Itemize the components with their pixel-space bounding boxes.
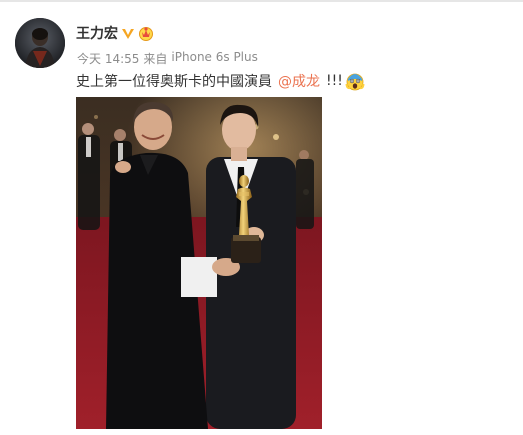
shocked-face-emoji-icon (345, 71, 365, 91)
post-meta: 今天 14:55 来自 iPhone 6s Plus (77, 50, 258, 67)
exclaim-text: !!! (326, 73, 343, 89)
post-photo[interactable] (76, 97, 322, 429)
source-device[interactable]: iPhone 6s Plus (171, 50, 257, 67)
avatar[interactable] (15, 18, 65, 68)
top-divider (0, 0, 523, 2)
author-block: 王力宏 (76, 23, 154, 43)
author-name[interactable]: 王力宏 (76, 23, 118, 43)
vip-crown-icon[interactable] (138, 25, 154, 41)
mention-link[interactable]: @成龙 (278, 71, 320, 91)
post-body-text: 史上第一位得奥斯卡的中國演員 (76, 74, 272, 90)
verified-badge-icon[interactable] (121, 26, 135, 40)
post-text: 史上第一位得奥斯卡的中國演員 @成龙 !!! (76, 71, 365, 91)
source-prefix: 来自 (143, 52, 168, 66)
post-time[interactable]: 今天 14:55 (77, 50, 139, 67)
